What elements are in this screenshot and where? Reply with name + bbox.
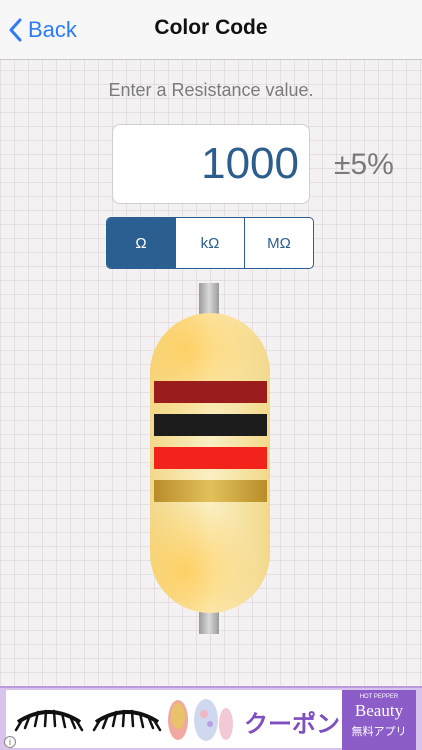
eyelash-icon [92, 709, 162, 732]
ad-content: クーポン HOT PEPPER Beauty 無料アプリ [6, 690, 416, 750]
tolerance-label: ±5% [334, 148, 394, 181]
tolerance-band [154, 480, 267, 502]
unit-ohm-button[interactable]: Ω [107, 218, 176, 268]
nail-art-icon [168, 699, 233, 741]
ad-brand-badge: HOT PEPPER Beauty 無料アプリ [342, 690, 416, 750]
unit-segmented-control: Ω kΩ MΩ [106, 217, 314, 269]
color-band-1 [154, 381, 267, 403]
color-band-2 [154, 414, 267, 436]
navigation-bar: Back Color Code [0, 0, 422, 60]
ad-brand-sub: 無料アプリ [351, 726, 407, 738]
ad-brand-small: HOT PEPPER [359, 694, 399, 700]
page-title: Color Code [154, 16, 268, 39]
eyelash-icon [14, 709, 84, 732]
unit-kohm-button[interactable]: kΩ [176, 218, 245, 268]
ad-banner[interactable]: クーポン HOT PEPPER Beauty 無料アプリ [0, 686, 422, 750]
resistance-prompt: Enter a Resistance value. [108, 80, 314, 100]
info-icon[interactable]: i [4, 736, 16, 748]
color-band-3 [154, 447, 267, 469]
ad-brand-name: Beauty [354, 701, 404, 720]
ad-coupon-text: クーポン [244, 710, 340, 738]
resistance-input[interactable]: 1000 [112, 124, 310, 204]
resistance-value: 1000 [201, 139, 299, 188]
unit-mohm-button[interactable]: MΩ [245, 218, 313, 268]
